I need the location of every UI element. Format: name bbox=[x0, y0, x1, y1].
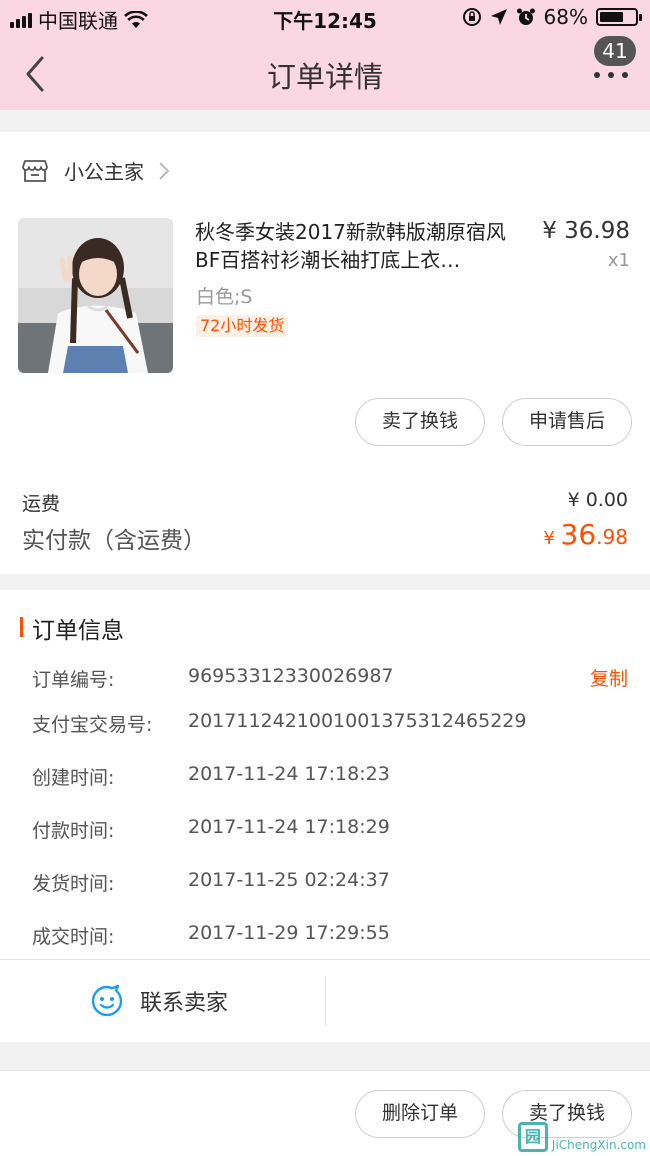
product-quantity: x1 bbox=[607, 250, 630, 271]
section-accent-bar bbox=[20, 617, 23, 637]
message-count-badge: 41 bbox=[594, 36, 636, 66]
shop-name: 小公主家 bbox=[64, 160, 144, 184]
contact-seller-label: 联系卖家 bbox=[140, 991, 229, 1016]
contact-seller-button[interactable]: 联系卖家 bbox=[90, 984, 228, 1018]
order-item-card: 小公主家 秋冬季女装2017新款韩版潮原宿风BF百搭衬衫潮长袖打底上衣… ¥ 3… bbox=[0, 132, 650, 574]
paid-decimal: .98 bbox=[596, 525, 628, 549]
alarm-icon bbox=[516, 8, 535, 25]
divider bbox=[325, 976, 326, 1026]
info-row-label: 发货时间: bbox=[32, 873, 115, 895]
paid-time-value: 2017-11-24 17:18:29 bbox=[188, 816, 390, 838]
more-button[interactable] bbox=[594, 66, 628, 82]
order-number-value: 96953312330026987 bbox=[188, 665, 394, 687]
product-image[interactable] bbox=[18, 218, 173, 373]
chevron-right-icon bbox=[159, 161, 170, 180]
rotation-lock-icon bbox=[462, 8, 481, 26]
product-sku: 白色;S bbox=[196, 286, 253, 308]
battery-icon bbox=[596, 8, 642, 26]
info-row-label: 成交时间: bbox=[32, 926, 115, 948]
shop-link[interactable]: 小公主家 bbox=[22, 156, 170, 185]
order-info-title: 订单信息 bbox=[32, 618, 124, 644]
product-price: ¥ 36.98 bbox=[542, 218, 630, 244]
divider bbox=[0, 959, 650, 960]
battery-percent: 68% bbox=[543, 5, 588, 29]
shipping-tag: 72小时发货 bbox=[196, 315, 289, 337]
location-icon bbox=[490, 9, 507, 25]
completed-time-value: 2017-11-29 17:29:55 bbox=[188, 922, 390, 944]
watermark: 园 JiChengXin.com bbox=[517, 1122, 646, 1152]
sell-for-cash-button[interactable]: 卖了换钱 bbox=[355, 398, 485, 446]
status-icons: 68% bbox=[462, 5, 642, 29]
shipping-fee-value: ¥ 0.00 bbox=[567, 489, 628, 511]
paid-amount-value: ¥ 36.98 bbox=[543, 518, 628, 551]
watermark-text: JiChengXin.com bbox=[551, 1138, 646, 1152]
info-row-label: 创建时间: bbox=[32, 767, 115, 789]
info-row-label: 付款时间: bbox=[32, 820, 115, 842]
info-row-label: 订单编号: bbox=[32, 669, 115, 691]
product-title[interactable]: 秋冬季女装2017新款韩版潮原宿风BF百搭衬衫潮长袖打底上衣… bbox=[195, 218, 530, 274]
watermark-logo-icon: 园 bbox=[517, 1122, 548, 1152]
alipay-trade-number-value: 2017112421001001375312465229 bbox=[188, 710, 527, 732]
bottom-action-bar: 删除订单 卖了换钱 园 JiChengXin.com bbox=[0, 1070, 650, 1156]
after-sale-button[interactable]: 申请售后 bbox=[502, 398, 632, 446]
paid-amount-label: 实付款（含运费） bbox=[22, 528, 206, 554]
more-dots-icon bbox=[594, 72, 600, 78]
status-bar: 中国联通 下午12:45 68% bbox=[0, 0, 650, 36]
paid-currency: ¥ bbox=[543, 528, 561, 549]
paid-integer: 36 bbox=[560, 518, 597, 551]
nav-bar: 订单详情 41 bbox=[0, 36, 650, 110]
created-time-value: 2017-11-24 17:18:23 bbox=[188, 763, 390, 785]
info-row-label: 支付宝交易号: bbox=[32, 714, 153, 736]
delete-order-button[interactable]: 删除订单 bbox=[355, 1090, 485, 1138]
store-icon bbox=[22, 159, 48, 182]
page-title: 订单详情 bbox=[266, 60, 383, 94]
copy-button[interactable]: 复制 bbox=[590, 664, 628, 691]
order-info-card: 订单信息 订单编号: 96953312330026987 复制 支付宝交易号: … bbox=[0, 590, 650, 1042]
chat-face-icon bbox=[91, 984, 123, 1017]
shipped-time-value: 2017-11-25 02:24:37 bbox=[188, 869, 390, 891]
shipping-fee-label: 运费 bbox=[22, 493, 61, 515]
